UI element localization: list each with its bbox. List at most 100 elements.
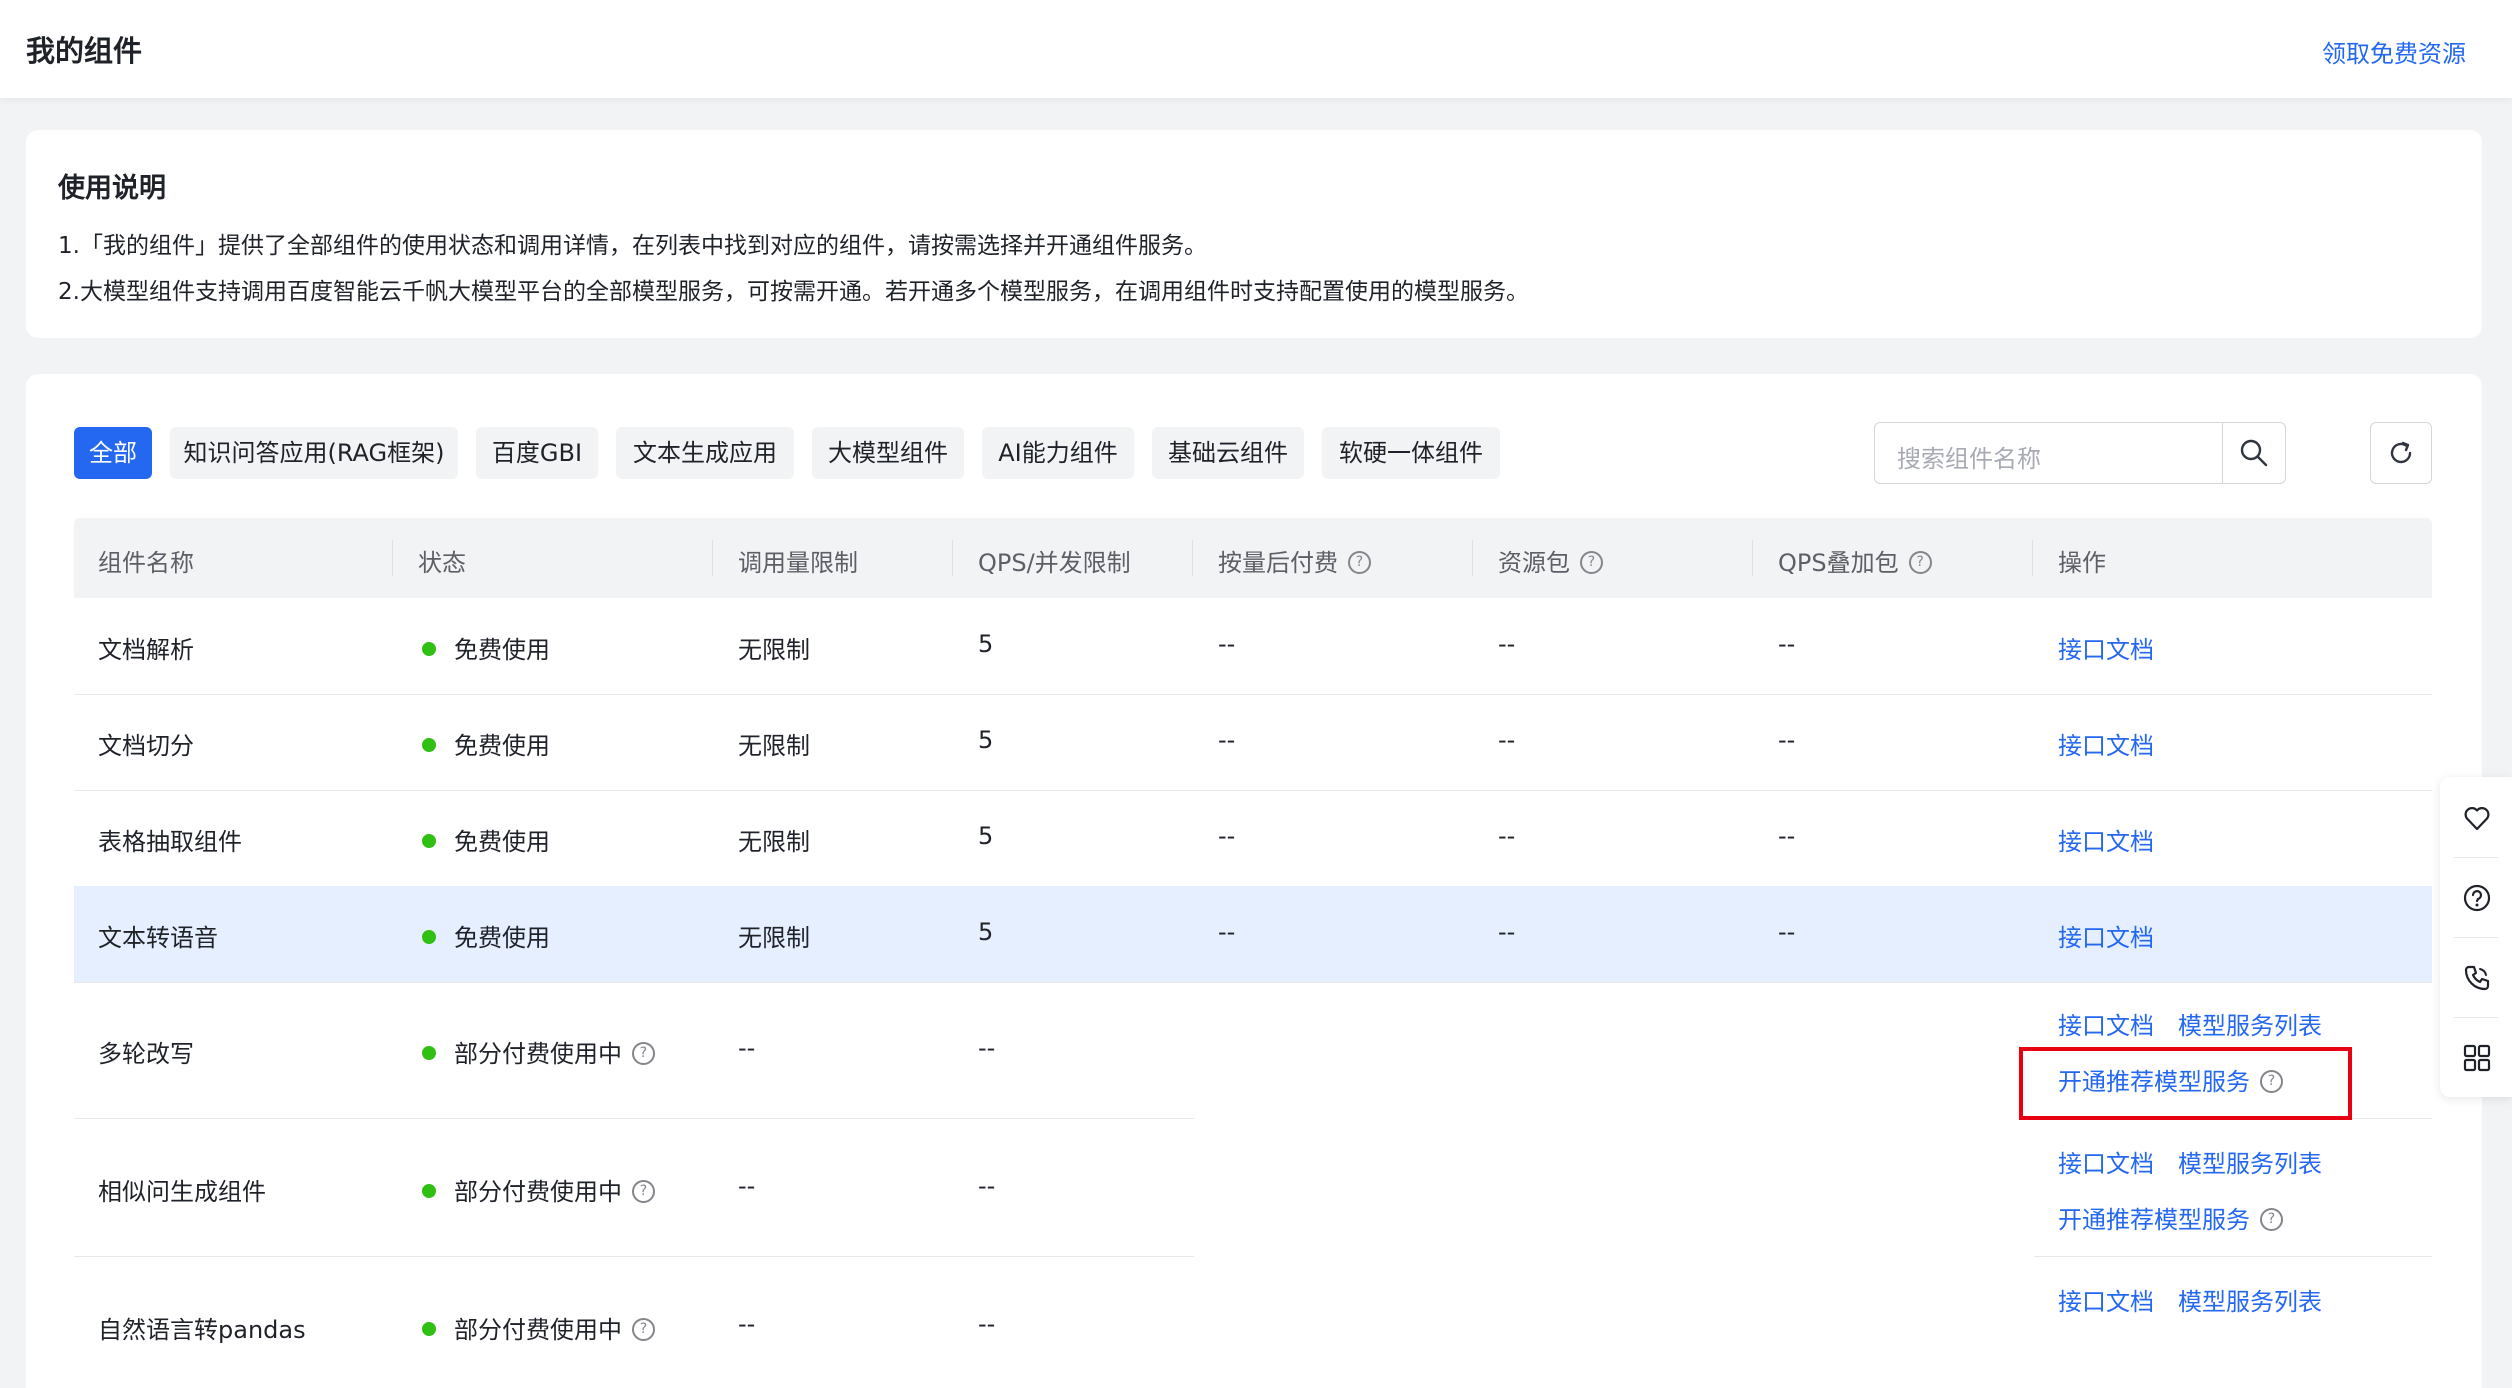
col-package-label: 资源包	[1498, 549, 1570, 577]
status-cell: 部分付费使用中?	[422, 1172, 655, 1207]
free-resources-link[interactable]: 领取免费资源	[2322, 34, 2466, 69]
filter-rag[interactable]: 知识问答应用(RAG框架)	[170, 427, 458, 479]
package: --	[1498, 630, 1516, 658]
table-header: 组件名称 状态 调用量限制 QPS/并发限制 按量后付费? 资源包? QPS叠加…	[74, 518, 2432, 598]
qps-limit: --	[978, 1172, 996, 1200]
enable-recommended-model-link[interactable]: 开通推荐模型服务?	[2058, 1200, 2283, 1235]
status-cell: 部分付费使用中?	[422, 1034, 655, 1069]
api-doc-link[interactable]: 接口文档	[2058, 1006, 2154, 1041]
api-doc-link[interactable]: 接口文档	[2058, 822, 2154, 857]
qps-limit: --	[978, 1034, 996, 1062]
col-actions: 操作	[2058, 549, 2106, 577]
question-icon[interactable]: ?	[632, 1179, 655, 1203]
question-icon[interactable]: ?	[2260, 1207, 2283, 1231]
enable-recommended-model-label: 开通推荐模型服务	[2058, 1206, 2250, 1234]
apps-button[interactable]	[2440, 1017, 2512, 1097]
component-name: 表格抽取组件	[98, 828, 242, 856]
usage-heading: 使用说明	[58, 173, 166, 204]
status-text: 免费使用	[454, 732, 550, 760]
phone-icon	[2464, 965, 2490, 991]
usage-instructions-card: 使用说明 1.「我的组件」提供了全部组件的使用状态和调用详情，在列表中找到对应的…	[26, 130, 2482, 338]
status-dot	[422, 738, 436, 752]
usage-line-2: 2.大模型组件支持调用百度智能云千帆大模型平台的全部模型服务，可按需开通。若开通…	[58, 279, 1529, 305]
qps-limit: --	[978, 1310, 996, 1338]
col-package: 资源包?	[1498, 543, 1603, 578]
status-dot	[422, 1184, 436, 1198]
component-name: 文本转语音	[98, 924, 218, 952]
search-placeholder: 搜索组件名称	[1897, 445, 2041, 473]
filter-all[interactable]: 全部	[74, 427, 152, 479]
grid-icon	[2463, 1044, 2491, 1072]
status-text: 部分付费使用中	[454, 1040, 622, 1068]
help-button[interactable]	[2440, 857, 2512, 937]
package: --	[1498, 918, 1516, 946]
component-name: 相似问生成组件	[98, 1178, 266, 1206]
col-call-limit: 调用量限制	[738, 549, 858, 577]
call-limit: --	[738, 1034, 756, 1062]
question-icon[interactable]: ?	[1580, 550, 1603, 574]
table-row: 表格抽取组件 免费使用 无限制 5 -- -- -- 接口文档	[74, 790, 2432, 887]
question-icon[interactable]: ?	[1348, 550, 1371, 574]
search-button[interactable]	[2222, 423, 2285, 483]
status-cell: 免费使用	[422, 726, 550, 761]
postpaid: --	[1218, 918, 1236, 946]
status-text: 部分付费使用中	[454, 1316, 622, 1344]
status-dot	[422, 930, 436, 944]
filter-gbi[interactable]: 百度GBI	[476, 427, 598, 479]
col-status: 状态	[418, 549, 466, 577]
col-name: 组件名称	[98, 549, 194, 577]
question-icon[interactable]: ?	[1908, 550, 1932, 574]
filter-text-generation[interactable]: 文本生成应用	[616, 427, 794, 479]
contact-button[interactable]	[2440, 937, 2512, 1017]
table-row: 文档切分 免费使用 无限制 5 -- -- -- 接口文档	[74, 694, 2432, 791]
refresh-button[interactable]	[2370, 422, 2432, 484]
col-postpaid: 按量后付费?	[1218, 543, 1371, 578]
filter-llm[interactable]: 大模型组件	[812, 427, 964, 479]
status-text: 部分付费使用中	[454, 1178, 622, 1206]
status-dot	[422, 1322, 436, 1336]
postpaid: --	[1218, 726, 1236, 754]
component-name: 自然语言转pandas	[98, 1316, 306, 1344]
api-doc-link[interactable]: 接口文档	[2058, 918, 2154, 953]
api-doc-link[interactable]: 接口文档	[2058, 630, 2154, 665]
component-name: 多轮改写	[98, 1040, 194, 1068]
search-icon	[2240, 439, 2268, 467]
status-cell: 部分付费使用中?	[422, 1310, 655, 1345]
filter-base-cloud[interactable]: 基础云组件	[1152, 427, 1304, 479]
question-icon[interactable]: ?	[632, 1041, 655, 1065]
status-cell: 免费使用	[422, 918, 550, 953]
col-qps: QPS/并发限制	[978, 549, 1131, 577]
filter-hardware[interactable]: 软硬一体组件	[1322, 427, 1500, 479]
qps-pack: --	[1778, 918, 1796, 946]
filter-ai-capability[interactable]: AI能力组件	[982, 427, 1134, 479]
col-qps-pack-label: QPS叠加包	[1778, 549, 1899, 577]
status-cell: 免费使用	[422, 822, 550, 857]
postpaid: --	[1218, 822, 1236, 850]
question-icon[interactable]: ?	[632, 1317, 655, 1341]
status-dot	[422, 834, 436, 848]
api-doc-link[interactable]: 接口文档	[2058, 1144, 2154, 1179]
call-limit: 无限制	[738, 732, 810, 760]
api-doc-link[interactable]: 接口文档	[2058, 1282, 2154, 1317]
status-text: 免费使用	[454, 828, 550, 856]
postpaid: --	[1218, 630, 1236, 658]
model-service-list-link[interactable]: 模型服务列表	[2178, 1282, 2322, 1317]
call-limit: 无限制	[738, 828, 810, 856]
page-header: 我的组件 领取免费资源	[0, 0, 2512, 98]
floating-toolbar	[2440, 777, 2512, 1097]
status-dot	[422, 642, 436, 656]
search-input[interactable]: 搜索组件名称	[1874, 422, 2286, 484]
call-limit: --	[738, 1310, 756, 1338]
favorite-button[interactable]	[2440, 777, 2512, 857]
annotation-highlight-box	[2019, 1047, 2352, 1120]
status-text: 免费使用	[454, 924, 550, 952]
model-service-list-link[interactable]: 模型服务列表	[2178, 1006, 2322, 1041]
api-doc-link[interactable]: 接口文档	[2058, 726, 2154, 761]
status-cell: 免费使用	[422, 630, 550, 665]
col-qps-pack: QPS叠加包?	[1778, 543, 1932, 578]
model-service-list-link[interactable]: 模型服务列表	[2178, 1144, 2322, 1179]
qps-limit: 5	[978, 726, 994, 754]
call-limit: --	[738, 1172, 756, 1200]
package: --	[1498, 726, 1516, 754]
status-dot	[422, 1046, 436, 1060]
